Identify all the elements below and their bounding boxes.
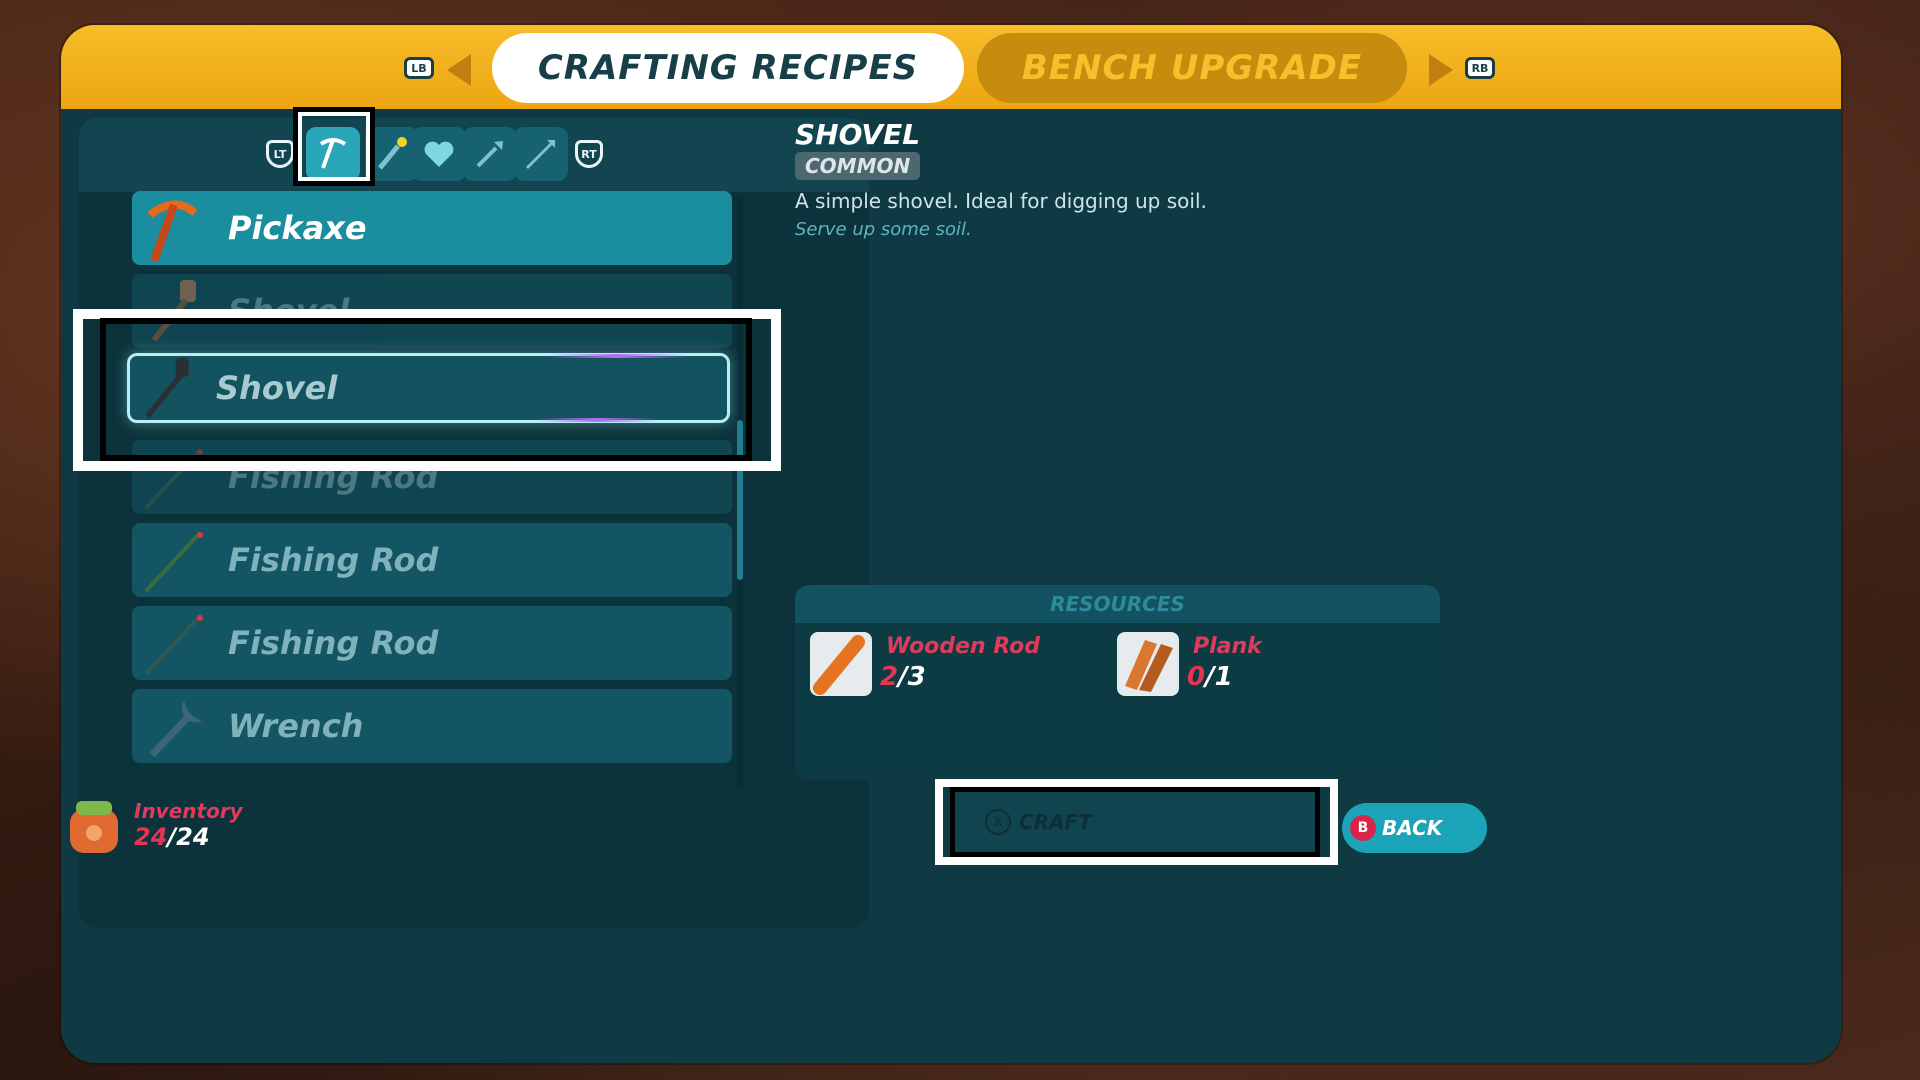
heart-icon[interactable] xyxy=(412,127,466,181)
plank-icon xyxy=(1117,632,1179,696)
x-button-icon: X xyxy=(985,809,1011,835)
shovel-icon xyxy=(145,357,189,419)
wooden-rod-icon xyxy=(810,632,872,696)
recipe-row-fishing-rod[interactable]: Fishing Rod xyxy=(132,606,732,680)
craft-button[interactable]: X CRAFT xyxy=(950,787,1320,857)
recipe-row-fishing-rod[interactable]: Fishing Rod xyxy=(132,523,732,597)
item-title: SHOVEL xyxy=(795,118,921,151)
back-label: BACK xyxy=(1382,816,1443,840)
lb-button-icon[interactable]: LB xyxy=(404,57,434,79)
recipe-label: Fishing Rod xyxy=(228,624,439,662)
fishing-rod-icon xyxy=(144,614,203,676)
selection-glow xyxy=(537,418,657,422)
pickaxe-icon xyxy=(147,200,198,263)
rb-button-icon[interactable]: RB xyxy=(1465,57,1495,79)
recipe-row-pickaxe[interactable]: Pickaxe xyxy=(132,191,732,265)
inventory-counter: Inventory 24/24 xyxy=(62,795,322,865)
top-tab-bar: LB CRAFTING RECIPES BENCH UPGRADE RB xyxy=(61,25,1841,109)
item-description: A simple shovel. Ideal for digging up so… xyxy=(795,189,1207,213)
tab-left-arrow-icon[interactable] xyxy=(447,54,471,86)
inventory-label: Inventory xyxy=(134,799,243,823)
recipe-row-shovel-selected[interactable]: Shovel xyxy=(127,353,730,423)
recipe-label: Fishing Rod xyxy=(228,541,439,579)
rarity-badge: COMMON xyxy=(795,152,921,180)
craft-label: CRAFT xyxy=(1019,810,1092,834)
recipe-label: Wrench xyxy=(228,707,364,745)
item-flavor-text: Serve up some soil. xyxy=(795,219,972,240)
category-highlight-frame xyxy=(293,107,375,186)
resource-count: 0/1 xyxy=(1187,662,1233,692)
lt-trigger-icon[interactable]: LT xyxy=(266,140,294,168)
resource-plank: Plank 0/1 xyxy=(1117,632,1377,702)
recipe-row-wrench[interactable]: Wrench xyxy=(132,689,732,763)
spear-icon[interactable] xyxy=(463,127,517,181)
wrench-icon xyxy=(149,701,202,758)
arrow-icon[interactable] xyxy=(514,127,568,181)
resources-header: RESOURCES xyxy=(795,585,1440,623)
resource-wooden-rod: Wooden Rod 2/3 xyxy=(810,632,1070,702)
recipe-label: Shovel xyxy=(216,369,338,407)
resource-name: Wooden Rod xyxy=(886,634,1040,659)
back-button[interactable]: B BACK xyxy=(1342,803,1487,853)
tab-right-arrow-icon[interactable] xyxy=(1429,54,1453,86)
backpack-icon xyxy=(70,801,118,853)
resource-name: Plank xyxy=(1193,634,1262,659)
selection-glow xyxy=(547,354,687,358)
rt-trigger-icon[interactable]: RT xyxy=(575,140,603,168)
tab-bench-upgrade[interactable]: BENCH UPGRADE xyxy=(977,33,1407,103)
tab-crafting-recipes[interactable]: CRAFTING RECIPES xyxy=(492,33,964,103)
fishing-rod-icon xyxy=(144,531,203,593)
recipe-label: Pickaxe xyxy=(228,209,367,247)
inventory-count: 24/24 xyxy=(134,823,210,851)
b-button-icon: B xyxy=(1350,815,1376,841)
resource-count: 2/3 xyxy=(880,662,926,692)
